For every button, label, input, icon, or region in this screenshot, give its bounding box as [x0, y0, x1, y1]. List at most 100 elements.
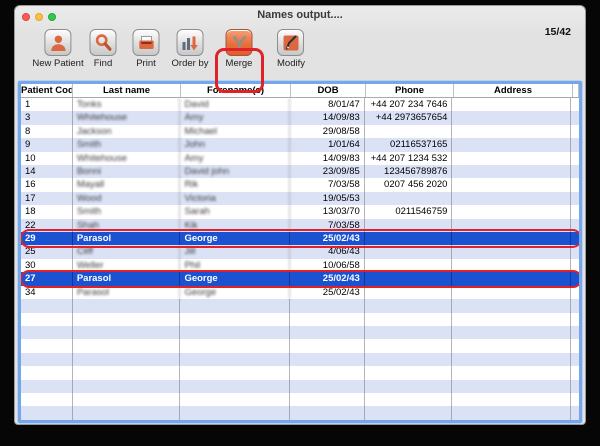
cell-address[interactable] — [452, 259, 571, 272]
cell-code[interactable]: 16 — [21, 178, 73, 191]
table-row-empty[interactable] — [21, 393, 579, 406]
cell-fore[interactable]: Jill — [180, 245, 290, 258]
table-row[interactable]: 18SmithSarah13/03/700211546759 — [21, 205, 579, 218]
cell-last[interactable]: Smith — [73, 205, 181, 218]
cell-dob[interactable]: 25/02/43 — [290, 286, 365, 299]
cell-fore[interactable]: George — [180, 232, 290, 245]
table-row[interactable]: 9SmithJohn1/01/6402116537165 — [21, 138, 579, 151]
cell-phone[interactable] — [365, 232, 453, 245]
cell-fore[interactable]: Victoria — [180, 192, 290, 205]
cell-fore[interactable]: George — [180, 286, 290, 299]
table-row[interactable]: 3WhitehouseAmy14/09/83+44 2973657654 — [21, 111, 579, 124]
cell-dob[interactable]: 13/03/70 — [290, 205, 365, 218]
cell-fore[interactable]: Amy — [180, 111, 290, 124]
cell-dob[interactable]: 25/02/43 — [290, 232, 365, 245]
new-patient-button[interactable]: New Patient — [32, 29, 83, 69]
column-header-phone[interactable]: Phone — [366, 84, 454, 97]
cell-last[interactable]: Mayall — [73, 178, 181, 191]
cell-phone[interactable]: +44 207 234 7646 — [365, 98, 453, 111]
cell-last[interactable]: Tonks — [73, 98, 181, 111]
cell-code[interactable]: 9 — [21, 138, 73, 151]
cell-address[interactable] — [452, 138, 571, 151]
cell-last[interactable]: Weller — [73, 259, 181, 272]
cell-code[interactable]: 17 — [21, 192, 73, 205]
cell-address[interactable] — [452, 272, 571, 285]
table-row[interactable]: 1TonksDavid8/01/47+44 207 234 7646 — [21, 98, 579, 111]
cell-code[interactable]: 25 — [21, 245, 73, 258]
cell-last[interactable]: Shah — [73, 219, 181, 232]
cell-last[interactable]: Wood — [73, 192, 181, 205]
modify-button[interactable]: Modify — [277, 29, 305, 69]
cell-code[interactable]: 18 — [21, 205, 73, 218]
cell-code[interactable]: 14 — [21, 165, 73, 178]
cell-address[interactable] — [452, 98, 571, 111]
cell-phone[interactable] — [365, 272, 453, 285]
cell-dob[interactable]: 8/01/47 — [290, 98, 365, 111]
cell-fore[interactable]: Rik — [180, 178, 290, 191]
cell-code[interactable]: 22 — [21, 219, 73, 232]
cell-dob[interactable]: 4/06/43 — [290, 245, 365, 258]
cell-dob[interactable]: 23/09/85 — [290, 165, 365, 178]
column-header-last-name[interactable]: Last name — [73, 84, 181, 97]
cell-code[interactable]: 30 — [21, 259, 73, 272]
cell-last[interactable]: Whitehouse — [73, 111, 181, 124]
cell-code[interactable]: 10 — [21, 152, 73, 165]
cell-phone[interactable] — [365, 259, 453, 272]
merge-button[interactable]: Merge — [226, 29, 253, 69]
cell-code[interactable]: 1 — [21, 98, 73, 111]
table-row-empty[interactable] — [21, 406, 579, 419]
cell-code[interactable]: 3 — [21, 111, 73, 124]
cell-address[interactable] — [452, 245, 571, 258]
order-by-button[interactable]: Order by — [172, 29, 209, 69]
cell-last[interactable]: Smith — [73, 138, 181, 151]
table-row[interactable]: 29ParasolGeorge25/02/43 — [21, 232, 579, 245]
cell-phone[interactable]: +44 2973657654 — [365, 111, 453, 124]
column-header-address[interactable]: Address — [454, 84, 573, 97]
cell-code[interactable]: 27 — [21, 272, 73, 285]
cell-last[interactable]: Bonni — [73, 165, 181, 178]
cell-phone[interactable]: 0211546759 — [365, 205, 453, 218]
cell-dob[interactable]: 10/06/58 — [290, 259, 365, 272]
table-row[interactable]: 14BonniDavid john23/09/85123456789876 — [21, 165, 579, 178]
cell-address[interactable] — [452, 205, 571, 218]
cell-fore[interactable]: Michael — [180, 125, 290, 138]
table-row[interactable]: 10WhitehouseAmy14/09/83+44 207 1234 532 — [21, 152, 579, 165]
cell-fore[interactable]: Phil — [180, 259, 290, 272]
column-header-spacer[interactable] — [573, 84, 579, 97]
table-row[interactable]: 22ShahKik7/03/58 — [21, 219, 579, 232]
cell-dob[interactable]: 1/01/64 — [290, 138, 365, 151]
cell-phone[interactable]: 0207 456 2020 — [365, 178, 453, 191]
cell-fore[interactable]: David john — [180, 165, 290, 178]
cell-phone[interactable] — [365, 125, 453, 138]
table-row-empty[interactable] — [21, 313, 579, 326]
cell-address[interactable] — [452, 125, 571, 138]
cell-dob[interactable]: 14/09/83 — [290, 111, 365, 124]
cell-dob[interactable]: 25/02/43 — [290, 272, 365, 285]
cell-address[interactable] — [452, 286, 571, 299]
cell-fore[interactable]: Sarah — [180, 205, 290, 218]
cell-last[interactable]: Parasol — [73, 272, 181, 285]
cell-address[interactable] — [452, 192, 571, 205]
cell-phone[interactable]: 02116537165 — [365, 138, 453, 151]
cell-last[interactable]: Jackson — [73, 125, 181, 138]
cell-phone[interactable]: 123456789876 — [365, 165, 453, 178]
cell-phone[interactable] — [365, 245, 453, 258]
column-header-patient-code[interactable]: Patient Code — [21, 84, 73, 97]
table-row[interactable]: 30WellerPhil10/06/58 — [21, 259, 579, 272]
cell-last[interactable]: Parasol — [73, 232, 181, 245]
cell-fore[interactable]: John — [180, 138, 290, 151]
print-button[interactable]: Print — [133, 29, 160, 69]
cell-fore[interactable]: George — [180, 272, 290, 285]
table-row-empty[interactable] — [21, 339, 579, 352]
cell-dob[interactable]: 14/09/83 — [290, 152, 365, 165]
find-button[interactable]: Find — [90, 29, 117, 69]
cell-last[interactable]: Cliff — [73, 245, 181, 258]
table-row-empty[interactable] — [21, 353, 579, 366]
cell-address[interactable] — [452, 165, 571, 178]
cell-dob[interactable]: 29/08/58 — [290, 125, 365, 138]
cell-dob[interactable]: 7/03/58 — [290, 178, 365, 191]
cell-fore[interactable]: Amy — [180, 152, 290, 165]
cell-dob[interactable]: 19/05/53 — [290, 192, 365, 205]
cell-code[interactable]: 29 — [21, 232, 73, 245]
table-row-empty[interactable] — [21, 366, 579, 379]
